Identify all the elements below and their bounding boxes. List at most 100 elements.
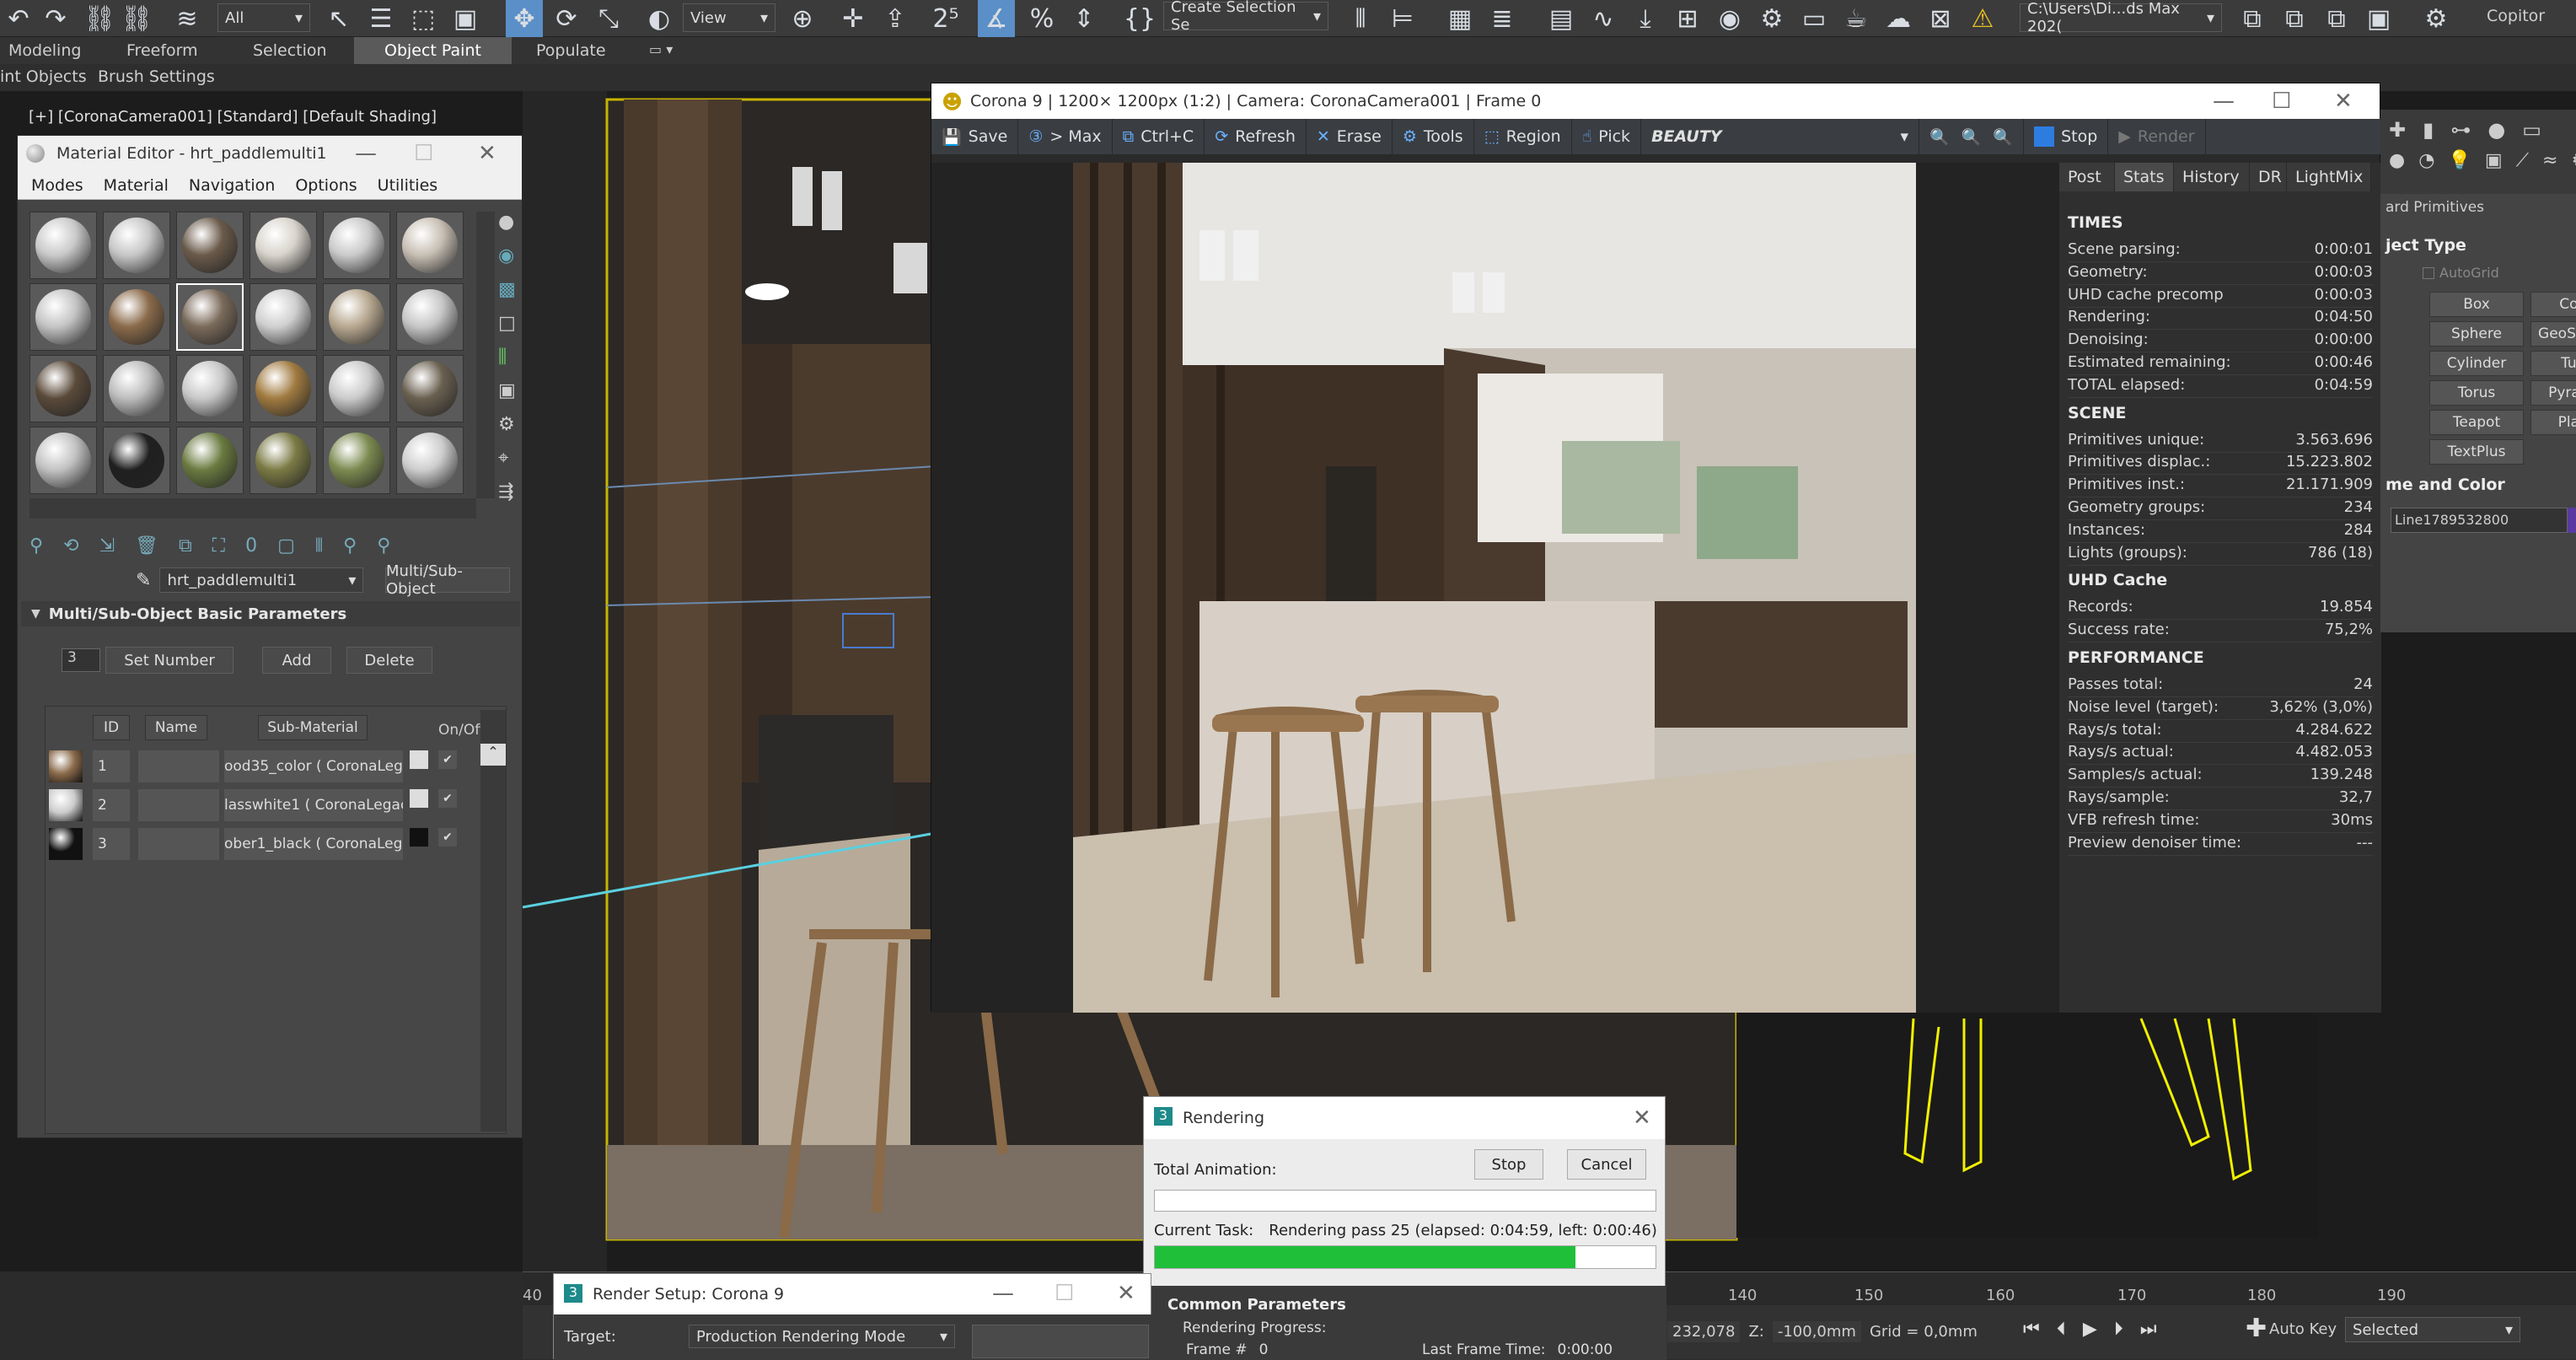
render-button[interactable]: ▶ Render (2108, 119, 2206, 154)
named-selection-dropdown[interactable]: Create Selection Se ▾ (1163, 0, 1328, 34)
submaterial-name-field[interactable] (138, 789, 219, 821)
save-button[interactable]: 💾 Save (931, 119, 1019, 154)
rotate-icon[interactable]: ⟳ (548, 0, 585, 37)
material-slot[interactable] (323, 355, 390, 422)
material-slot[interactable] (323, 212, 390, 279)
submaterial-id[interactable]: 3 (93, 828, 130, 860)
get-material-icon[interactable]: ⚲ (30, 535, 43, 556)
viewport-label[interactable]: [+] [CoronaCamera001] [Standard] [Defaul… (29, 108, 437, 126)
material-slot[interactable] (396, 212, 464, 279)
submaterial-button[interactable]: ober1_black ( CoronaLega (224, 828, 403, 860)
material-navigator-icon[interactable]: ⇶ (498, 481, 522, 515)
coord-y-field[interactable]: 232,078 (1667, 1320, 1741, 1342)
close-icon[interactable]: ✕ (1633, 1105, 1651, 1131)
tab-freeform[interactable]: Freeform (126, 41, 198, 60)
bind-spacewarp-icon[interactable]: ≋ (169, 0, 206, 37)
material-slot[interactable] (30, 212, 97, 279)
submaterial-scrollbar[interactable]: ⌃ (480, 710, 506, 1132)
uv-tiling-icon[interactable]: □ (498, 313, 522, 347)
object-color-swatch[interactable] (2568, 508, 2576, 533)
material-slot[interactable] (103, 427, 170, 494)
go-forward-sibling-icon[interactable]: ⚲ (377, 535, 390, 556)
next-frame-icon[interactable]: ⏵ (2114, 1319, 2123, 1340)
background-icon[interactable]: ▩ (498, 279, 522, 313)
go-to-parent-icon[interactable]: ⚲ (343, 535, 357, 556)
menu-navigation[interactable]: Navigation (189, 176, 275, 195)
menu-material[interactable]: Material (104, 176, 169, 195)
material-slot[interactable] (250, 212, 317, 279)
motion-tab-icon[interactable]: ● (2487, 118, 2505, 142)
snaps-toggle-icon[interactable]: 2⁵ (927, 0, 964, 37)
maximize-icon[interactable]: ☐ (1055, 1281, 1074, 1306)
col-name[interactable]: Name (145, 715, 207, 740)
align-icon[interactable]: ⊨ (1384, 0, 1421, 37)
brush-settings-tab[interactable]: Brush Settings (98, 67, 215, 86)
camera-icon[interactable]: ▣ (2360, 0, 2397, 37)
stop-button[interactable]: Stop (2024, 119, 2109, 154)
col-id[interactable]: ID (93, 715, 130, 740)
submaterial-color-swatch[interactable] (410, 789, 428, 808)
zoom-fit-icon[interactable]: 🔍 (1929, 127, 1950, 147)
move-icon[interactable]: ✥ (506, 0, 543, 37)
cameras-icon[interactable]: ▣ (2485, 150, 2503, 171)
pivot-center-icon[interactable]: ⊕ (784, 0, 821, 37)
show-in-viewport-icon[interactable]: ▢ (277, 535, 295, 556)
primitive-button-tube[interactable]: Tube (2530, 351, 2576, 376)
options-icon[interactable]: ⚙ (498, 414, 522, 448)
material-slot[interactable] (103, 283, 170, 351)
tab-modeling[interactable]: Modeling (8, 41, 81, 60)
refresh-button[interactable]: ⟳ Refresh (1205, 119, 1307, 154)
reference-coord-dropdown[interactable]: View ▾ (683, 3, 775, 32)
ribbon-options-icon[interactable]: ▭ ▾ (649, 41, 673, 57)
mirror-icon[interactable]: ⫴ (1342, 0, 1379, 37)
selection-filter-dropdown[interactable]: All ▾ (217, 3, 310, 32)
submaterial-onoff-checkbox[interactable]: ✔ (438, 750, 457, 769)
reset-material-icon[interactable]: 🗑 (135, 535, 158, 556)
set-number-input[interactable]: 3 (62, 648, 100, 672)
material-slot[interactable] (323, 283, 390, 351)
primitive-button-box[interactable]: Box (2429, 292, 2524, 317)
material-editor-icon[interactable]: ◉ (1711, 0, 1748, 37)
material-slot[interactable] (30, 283, 97, 351)
material-slot[interactable] (396, 427, 464, 494)
submaterial-color-swatch[interactable] (410, 750, 428, 769)
modify-tab-icon[interactable]: ▮ (2423, 118, 2434, 142)
stats-tab-lightmix[interactable]: LightMix (2287, 163, 2371, 191)
render-canvas[interactable] (931, 163, 2059, 1013)
zoom-in-icon[interactable]: 🔍 (1962, 127, 1982, 147)
submaterial-button[interactable]: ood35_color ( CoronaLegac (224, 750, 403, 782)
make-preview-icon[interactable]: ▣ (498, 380, 522, 414)
make-unique-icon[interactable]: ⧉ (179, 535, 192, 556)
cancel-button[interactable]: Cancel (1567, 1149, 1646, 1180)
warning-icon[interactable]: ⚠ (1964, 0, 2001, 37)
material-slot[interactable] (103, 355, 170, 422)
tab-populate[interactable]: Populate (536, 41, 606, 60)
rendering-dialog-titlebar[interactable]: 3 Rendering ✕ (1144, 1097, 1665, 1139)
select-by-name-icon[interactable]: ☰ (362, 0, 400, 37)
angle-snap-icon[interactable]: ∡ (978, 0, 1015, 37)
set-key-icon[interactable]: ✚ (2246, 1314, 2267, 1343)
submaterial-id[interactable]: 1 (93, 750, 130, 782)
put-to-scene-icon[interactable]: ⟲ (63, 535, 78, 556)
scene-explorer-icon[interactable]: ▦ (1441, 0, 1479, 37)
lights-icon[interactable]: 💡 (2448, 150, 2471, 171)
submaterial-name-field[interactable] (138, 750, 219, 782)
spacewarps-icon[interactable]: ≈ (2542, 150, 2557, 171)
project-path-dropdown[interactable]: C:\Users\Di...ds Max 202(▾ (2020, 0, 2222, 35)
video-color-check-icon[interactable]: ⫼ (498, 347, 522, 380)
show-end-result-icon[interactable]: ⫴ (315, 535, 323, 556)
pick-material-icon[interactable]: ✎ (136, 570, 151, 591)
edit-named-selection-icon[interactable]: {} (1121, 0, 1158, 37)
create-tab-icon[interactable]: ✚ (2389, 118, 2406, 142)
minimize-icon[interactable]: — (355, 141, 377, 166)
tab-object-paint[interactable]: Object Paint (354, 37, 512, 64)
primitive-button-cone[interactable]: Cone (2530, 292, 2576, 317)
geometry-icon[interactable]: ● (2389, 150, 2405, 171)
copilot-label[interactable]: Copitor (2487, 7, 2545, 25)
link-icon[interactable]: ⛓ (81, 0, 118, 37)
go-to-start-icon[interactable]: ⏮ (2023, 1319, 2040, 1340)
target-dropdown[interactable]: Production Rendering Mode ▾ (689, 1325, 955, 1348)
render-shortcuts-icon[interactable]: ⊠ (1922, 0, 1959, 37)
toggle-ribbon-icon[interactable]: ▤ (1543, 0, 1580, 37)
tools-button[interactable]: ⚙ Tools (1393, 119, 1474, 154)
